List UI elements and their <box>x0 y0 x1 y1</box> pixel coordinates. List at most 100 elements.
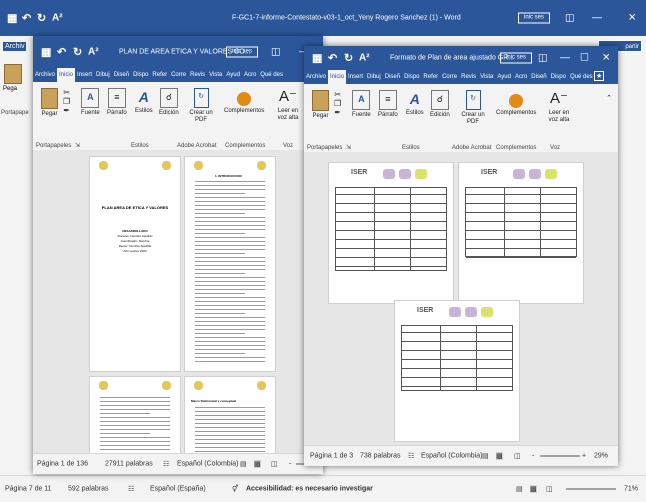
left-tab-6[interactable]: Refer <box>150 68 169 82</box>
left-tab-11[interactable]: Acro <box>242 68 258 82</box>
maximize-icon[interactable]: ☐ <box>580 53 589 64</box>
save-icon[interactable]: ▦ <box>41 46 51 59</box>
back-accessibility-status[interactable]: Accesibilidad: es necesario investigar <box>246 486 373 493</box>
left-styles-button[interactable]: A Estilos <box>135 88 153 115</box>
left-tab-9[interactable]: Vista <box>207 68 224 82</box>
back-zoom-slider[interactable] <box>566 488 616 490</box>
right-page-count[interactable]: Página 1 de 3 <box>310 453 353 460</box>
ribbon-collapse-icon[interactable]: ⌃ <box>606 94 612 102</box>
right-page-1[interactable]: ISER <box>328 162 454 304</box>
close-icon[interactable]: ✕ <box>602 53 610 64</box>
left-font-button[interactable]: A Fuente <box>81 88 100 117</box>
back-zoom-level[interactable]: 71% <box>624 486 638 493</box>
redo-icon[interactable]: ↻ <box>344 52 353 65</box>
right-tab-3[interactable]: Dibuj <box>365 70 383 84</box>
undo-icon[interactable]: ↶ <box>328 52 337 65</box>
right-tab-10[interactable]: Ayud <box>495 70 513 84</box>
right-styles-button[interactable]: A Estilos <box>406 90 424 117</box>
left-tab-8[interactable]: Revis <box>188 68 207 82</box>
right-tab-7[interactable]: Corre <box>440 70 459 84</box>
left-cut-copy-icons[interactable]: ✂ ❐ ✒ <box>63 88 70 115</box>
left-tab-0[interactable]: Archivo <box>33 68 57 82</box>
ribbon-display-icon[interactable]: ◫ <box>538 53 547 64</box>
right-tab-11[interactable]: Acro <box>513 70 529 84</box>
back-view-web-icon[interactable]: ◫ <box>546 485 553 493</box>
left-clipboard-launcher-icon[interactable]: ⇲ <box>75 142 80 149</box>
left-view-read-icon[interactable]: ▤ <box>240 460 247 468</box>
ribbon-display-icon[interactable]: ◫ <box>271 47 280 58</box>
undo-icon[interactable]: ↶ <box>22 12 31 25</box>
left-page-3[interactable] <box>89 376 181 454</box>
right-proofing-icon[interactable]: ☷ <box>408 452 414 460</box>
back-proofing-icon[interactable]: ☷ <box>128 485 134 493</box>
left-addins-button[interactable]: Complementos <box>224 88 264 115</box>
redo-icon[interactable]: ↻ <box>37 12 46 25</box>
right-tab-14[interactable]: Qué des <box>568 70 595 84</box>
left-read-aloud-button[interactable]: A⁻ Leer en voz alta <box>273 88 303 122</box>
right-tab-2[interactable]: Insert <box>346 70 365 84</box>
sign-in-button[interactable]: inic ses <box>518 12 551 24</box>
left-tab-3[interactable]: Dibuj <box>94 68 112 82</box>
right-tab-5[interactable]: Dispo <box>402 70 421 84</box>
right-zoom-in-button[interactable]: + <box>582 453 586 460</box>
back-view-read-icon[interactable]: ▤ <box>516 485 523 493</box>
left-view-print-icon[interactable]: ▩ <box>254 460 261 468</box>
right-clipboard-launcher-icon[interactable]: ⇲ <box>346 144 351 151</box>
left-page-4[interactable]: Marco Referencial y conceptual <box>184 376 276 454</box>
left-tab-2[interactable]: Insert <box>75 68 94 82</box>
minimize-icon[interactable]: — <box>592 13 602 24</box>
left-tab-10[interactable]: Ayud <box>224 68 242 82</box>
back-paste-icon[interactable] <box>4 64 22 84</box>
left-create-pdf-button[interactable]: ↻ Crear un PDF <box>188 88 214 124</box>
left-language[interactable]: Español (Colombia) <box>177 461 238 468</box>
left-paste-button[interactable]: Pegar <box>41 88 58 118</box>
undo-icon[interactable]: ↶ <box>57 46 66 59</box>
right-page-3[interactable]: ISER <box>394 300 520 442</box>
back-accessibility-icon[interactable]: ⚥ <box>232 485 238 493</box>
right-view-read-icon[interactable]: ▤ <box>482 452 489 460</box>
left-proofing-icon[interactable]: ☷ <box>163 460 169 468</box>
left-document-area[interactable]: PLAN AREA DE ETICA Y VALORES DESARROLLAD… <box>33 150 323 454</box>
left-paragraph-button[interactable]: ≡ Párrafo <box>107 88 127 117</box>
right-tab-4[interactable]: Diseñ <box>383 70 402 84</box>
left-word-count[interactable]: 27911 palabras <box>105 461 153 468</box>
right-addins-button[interactable]: Complementos <box>496 90 536 117</box>
right-zoom-level[interactable]: 29% <box>594 453 608 460</box>
save-icon[interactable]: ▦ <box>7 12 17 25</box>
right-tab-0[interactable]: Archivo <box>304 70 328 84</box>
right-paste-button[interactable]: Pegar <box>312 90 329 120</box>
close-icon[interactable]: ✕ <box>628 13 636 24</box>
right-tab-6[interactable]: Refer <box>421 70 440 84</box>
right-paragraph-button[interactable]: ≡ Párrafo <box>378 90 398 119</box>
right-language[interactable]: Español (Colombia) <box>421 453 482 460</box>
right-zoom-out-button[interactable]: - <box>532 453 534 460</box>
right-page-2[interactable]: ISER <box>458 162 584 304</box>
right-word-count[interactable]: 738 palabras <box>360 453 400 460</box>
font-size-icon[interactable]: A² <box>88 47 99 58</box>
font-size-icon[interactable]: A² <box>52 13 63 24</box>
left-tab-1[interactable]: Inicio <box>57 68 76 82</box>
left-zoom-out-button[interactable]: - <box>289 461 291 468</box>
lightbulb-icon[interactable]: ★ <box>594 71 605 81</box>
right-read-aloud-button[interactable]: A⁻ Leer en voz alta <box>544 90 574 124</box>
right-create-pdf-button[interactable]: ↻ Crear un PDF <box>460 90 486 126</box>
back-view-print-icon[interactable]: ▩ <box>530 485 537 493</box>
sign-in-button[interactable]: inic ses <box>500 52 533 64</box>
font-size-icon[interactable]: A² <box>359 53 370 64</box>
back-page-count[interactable]: Página 7 de 11 <box>5 486 52 493</box>
right-tab-1[interactable]: Inicio <box>328 70 347 84</box>
sign-in-button[interactable]: inic ses <box>226 46 259 58</box>
left-page-2[interactable]: 1. INTRODUCCION <box>184 156 276 372</box>
right-document-area[interactable]: ISER ISER ISER <box>304 152 618 446</box>
right-cut-copy-icons[interactable]: ✂ ❐ ✒ <box>334 90 341 117</box>
left-tab-7[interactable]: Corre <box>169 68 188 82</box>
right-zoom-slider[interactable] <box>540 455 580 457</box>
right-font-button[interactable]: A Fuente <box>352 90 371 119</box>
left-tab-5[interactable]: Dispo <box>131 68 150 82</box>
right-tab-9[interactable]: Vista <box>478 70 495 84</box>
left-tab-4[interactable]: Diseñ <box>112 68 131 82</box>
right-tab-8[interactable]: Revis <box>459 70 478 84</box>
left-editing-button[interactable]: ☌ Edición <box>159 88 179 117</box>
left-page-count[interactable]: Página 1 de 136 <box>37 461 88 468</box>
minimize-icon[interactable]: — <box>560 53 570 64</box>
